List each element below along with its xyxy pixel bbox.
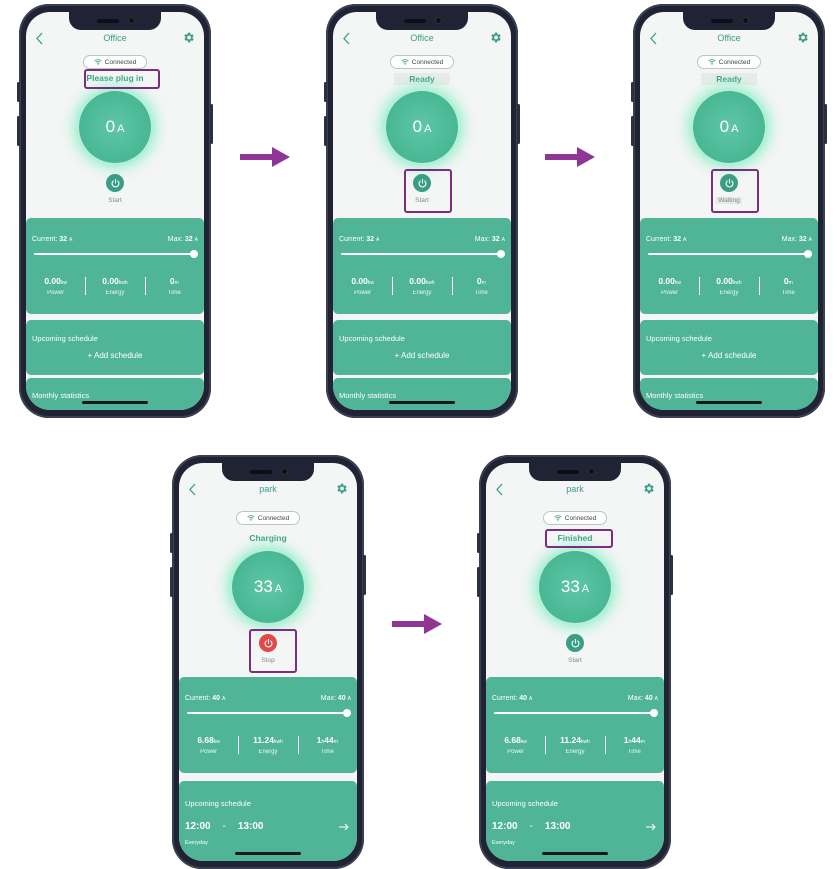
add-schedule-button[interactable]: + Add schedule [640, 351, 818, 360]
highlight-box [404, 169, 452, 213]
arrow-right-icon[interactable] [339, 823, 349, 831]
power-metric: 0.00kw Power [351, 276, 374, 296]
app-screen: Office Connected Ready 0A Start Current:… [333, 12, 511, 410]
connection-badge: Connected [543, 511, 607, 525]
page-title: park [566, 484, 584, 494]
charger-status: Ready [701, 73, 757, 85]
amperage-gauge: 33 A [539, 551, 611, 623]
current-card: Current: 40 A Max: 40 A 6.68kw Power 11.2… [179, 677, 357, 773]
power-icon [571, 638, 579, 647]
energy-metric: 11.24kwh Energy [545, 735, 604, 755]
add-schedule-button[interactable]: + Add schedule [333, 351, 511, 360]
energy-metric: 0.00kwh Energy [699, 276, 758, 296]
current-slider[interactable] [34, 250, 198, 258]
gear-icon[interactable] [182, 31, 195, 44]
start-button[interactable] [566, 634, 584, 652]
schedule-card: Upcoming schedule + Add schedule [26, 320, 204, 375]
highlight-box [249, 629, 297, 673]
time-metric: 1h44m Time [604, 735, 664, 755]
highlight-box [711, 169, 759, 213]
slider-handle[interactable] [190, 250, 198, 258]
current-slider[interactable] [187, 709, 351, 717]
current-slider[interactable] [648, 250, 812, 258]
schedule-card[interactable]: Upcoming schedule 12:00-13:00 Everyday [179, 781, 357, 861]
start-label: Start [568, 657, 582, 664]
schedule-repeat: Everyday [185, 840, 208, 846]
time-metric: 1h44m Time [297, 735, 357, 755]
amperage-gauge: 0A [79, 91, 151, 163]
phone-2: Office Connected Ready 0A Start Current:… [324, 4, 520, 418]
time-metric: 0m Time [758, 276, 818, 296]
schedule-card[interactable]: Upcoming schedule 12:00-13:00 Everyday [486, 781, 664, 861]
page-title: park [259, 484, 277, 494]
schedule-card: Upcoming schedule + Add schedule [640, 320, 818, 375]
wifi-icon [247, 515, 255, 521]
highlight-box [545, 529, 613, 548]
time-metric: 0m Time [451, 276, 511, 296]
power-metric: 0.00kw Power [44, 276, 67, 296]
gear-icon[interactable] [489, 31, 502, 44]
wifi-icon [401, 59, 409, 65]
phone-4: park Connected Charging 33 A Stop Current… [170, 455, 366, 869]
flow-arrow-icon [240, 147, 290, 167]
energy-metric: 0.00kwh Energy [85, 276, 144, 296]
wifi-icon [708, 59, 716, 65]
power-icon [111, 178, 119, 187]
amperage-gauge: 33 A [232, 551, 304, 623]
slider-handle[interactable] [497, 250, 505, 258]
app-screen: park Connected Charging 33 A Stop Current… [179, 463, 357, 861]
app-screen: park Connected Finished 33 A Start Curren… [486, 463, 664, 861]
phone-3: Office Connected Ready 0A Waiting Curren… [631, 4, 827, 418]
schedule-card: Upcoming schedule + Add schedule [333, 320, 511, 375]
power-metric: 0.00kw Power [658, 276, 681, 296]
slider-handle[interactable] [343, 709, 351, 717]
start-button[interactable] [106, 174, 124, 192]
connection-badge: Connected [236, 511, 300, 525]
power-metric: 6.68kw Power [504, 735, 527, 755]
current-slider[interactable] [341, 250, 505, 258]
current-card: Current: 32 A Max: 32 A 0.00kw Power 0.00… [640, 218, 818, 314]
current-card: Current: 32 A Max: 32 A 0.00kw Power 0.00… [26, 218, 204, 314]
phone-5: park Connected Finished 33 A Start Curren… [477, 455, 673, 869]
monthly-stats-card[interactable]: Monthly statistics [640, 378, 818, 410]
page-title: Office [410, 33, 434, 43]
connection-badge: Connected [697, 55, 761, 69]
highlight-box [84, 69, 160, 89]
connection-badge: Connected [83, 55, 147, 69]
charger-status: Ready [394, 73, 450, 85]
flow-arrow-icon [545, 147, 595, 167]
gear-icon[interactable] [796, 31, 809, 44]
gear-icon[interactable] [335, 482, 348, 495]
arrow-right-icon[interactable] [646, 823, 656, 831]
current-slider[interactable] [494, 709, 658, 717]
add-schedule-button[interactable]: + Add schedule [26, 351, 204, 360]
schedule-time-range: 12:00-13:00 [492, 821, 571, 832]
amperage-gauge: 0A [386, 91, 458, 163]
page-title: Office [717, 33, 741, 43]
start-label: Start [108, 197, 122, 204]
wifi-icon [94, 59, 102, 65]
energy-metric: 11.24kwh Energy [238, 735, 297, 755]
monthly-stats-card[interactable]: Monthly statistics [333, 378, 511, 410]
power-metric: 6.68kw Power [197, 735, 220, 755]
flow-arrow-icon [392, 614, 442, 634]
schedule-time-range: 12:00-13:00 [185, 821, 264, 832]
current-card: Current: 40 A Max: 40 A 6.68kw Power 11.2… [486, 677, 664, 773]
app-screen: Office Connected Ready 0A Waiting Curren… [640, 12, 818, 410]
slider-handle[interactable] [804, 250, 812, 258]
phone-1: Office Connected Please plug in 0A Start… [17, 4, 213, 418]
gear-icon[interactable] [642, 482, 655, 495]
amperage-gauge: 0A [693, 91, 765, 163]
connection-badge: Connected [390, 55, 454, 69]
page-title: Office [103, 33, 127, 43]
app-screen: Office Connected Please plug in 0A Start… [26, 12, 204, 410]
time-metric: 0m Time [144, 276, 204, 296]
current-card: Current: 32 A Max: 32 A 0.00kw Power 0.00… [333, 218, 511, 314]
energy-metric: 0.00kwh Energy [392, 276, 451, 296]
slider-handle[interactable] [650, 709, 658, 717]
charger-status: Charging [249, 533, 287, 543]
schedule-repeat: Everyday [492, 840, 515, 846]
monthly-stats-card[interactable]: Monthly statistics [26, 378, 204, 410]
wifi-icon [554, 515, 562, 521]
